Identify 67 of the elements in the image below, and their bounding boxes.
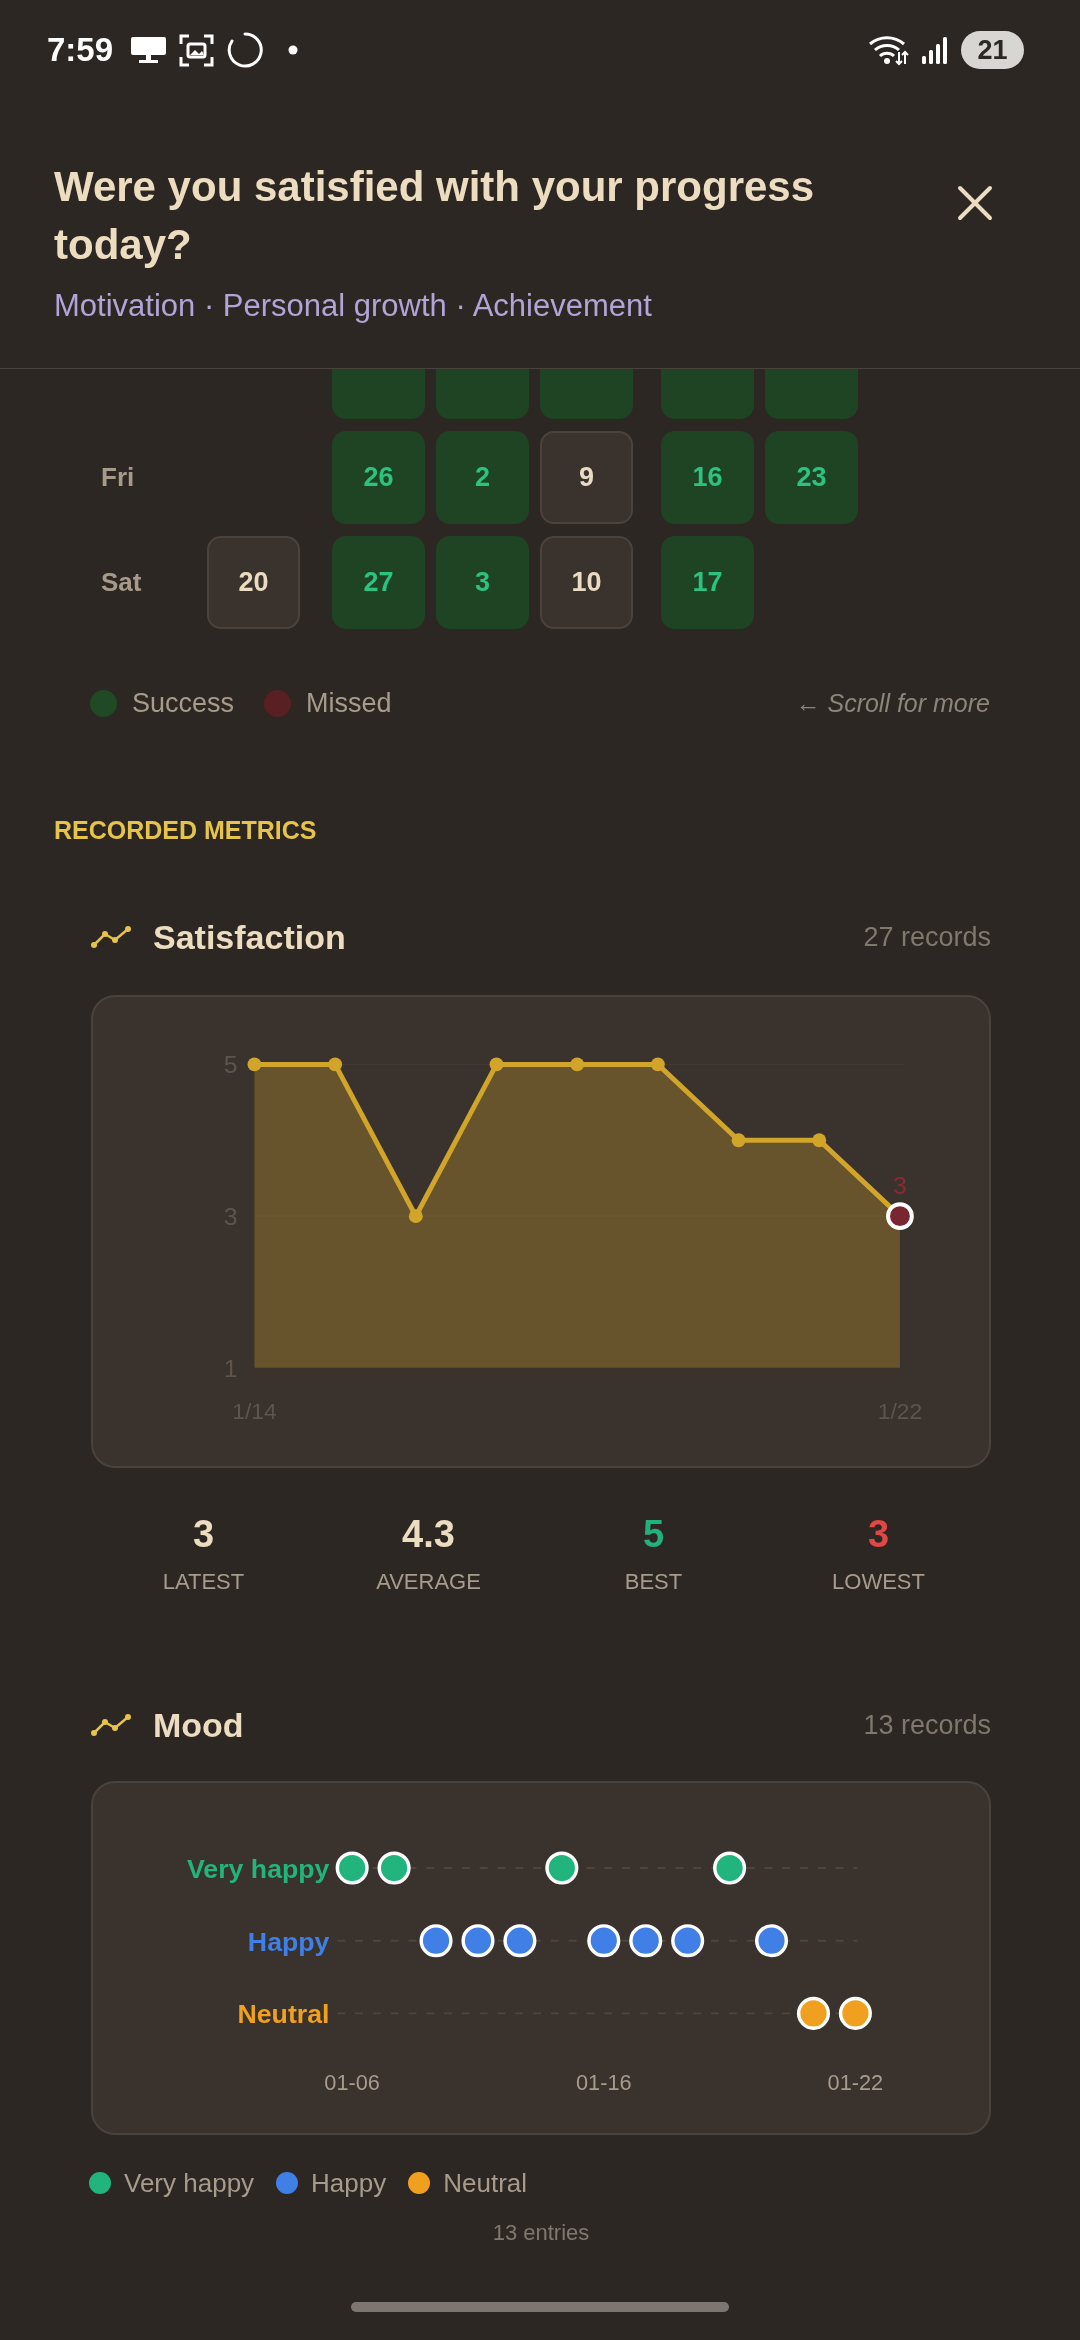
day-label: Fri [101, 462, 136, 493]
data-point [328, 1057, 343, 1072]
date-label: 01-06 [324, 2070, 380, 2096]
legend-label: Happy [311, 2167, 387, 2199]
metric-title: Satisfaction [153, 917, 346, 957]
day-cell[interactable] [540, 369, 633, 419]
day-cell[interactable]: 20 [207, 536, 300, 629]
stat-value: 4.3 [402, 1512, 455, 1556]
prompt-title: Were you satisfied with your progress today? [54, 162, 816, 270]
trend-line-icon [91, 925, 131, 949]
day-cell[interactable] [661, 369, 754, 419]
wifi-icon [868, 34, 909, 66]
monitor-icon [130, 35, 168, 65]
data-point [650, 1057, 665, 1072]
scroll-hint: ← Scroll for more [795, 688, 990, 718]
stat-label: LOWEST [832, 1568, 925, 1596]
data-point [731, 1133, 746, 1148]
close-button[interactable] [957, 185, 993, 221]
day-cell[interactable]: 23 [765, 431, 858, 524]
day-cell[interactable]: 26 [332, 431, 425, 524]
data-point [570, 1057, 585, 1072]
tag-list: Motivation · Personal growth · Achievement [54, 286, 957, 326]
legend-label: Neutral [443, 2167, 528, 2199]
date-label: 01-16 [575, 2070, 632, 2096]
notification-dot-icon [288, 45, 299, 55]
legend-label: Missed [306, 687, 392, 719]
mood-label: Neutral [237, 1999, 330, 2030]
day-cell[interactable] [332, 369, 425, 419]
day-cell[interactable]: 16 [661, 431, 754, 524]
loading-icon [226, 31, 265, 69]
stat-label: BEST [624, 1568, 683, 1596]
highlighted-point [886, 1202, 914, 1230]
data-point [812, 1133, 827, 1148]
stat-label: AVERAGE [376, 1568, 481, 1596]
section-title: RECORDED METRICS [54, 816, 317, 844]
record-count: 27 records [863, 921, 991, 953]
stat-value: 5 [642, 1512, 665, 1556]
legend-label: Success [132, 687, 235, 719]
day-label: Sat [101, 567, 143, 598]
record-count: 13 records [863, 1709, 991, 1741]
day-cell[interactable]: 17 [661, 536, 754, 629]
stat-value: 3 [867, 1512, 890, 1556]
signal-icon [921, 36, 949, 64]
day-cell[interactable]: 27 [332, 536, 425, 629]
data-point [408, 1209, 423, 1224]
day-cell[interactable] [436, 369, 529, 419]
legend-label: Very happy [124, 2167, 255, 2199]
clock-time: 7:59 [47, 31, 114, 69]
entry-count: 13 entries [491, 2219, 591, 2247]
date-label: 01-22 [827, 2070, 884, 2096]
home-indicator[interactable] [351, 2302, 729, 2312]
point-label: 3 [893, 1172, 907, 1200]
day-cell[interactable] [765, 369, 858, 419]
battery-level: 21 [961, 31, 1024, 69]
data-point [489, 1057, 504, 1072]
metric-title: Mood [153, 1705, 244, 1745]
trend-line-icon [91, 1713, 131, 1737]
day-cell[interactable]: 2 [436, 431, 529, 524]
stat-label: LATEST [162, 1568, 245, 1596]
data-point [247, 1057, 262, 1072]
screenshot-icon [179, 32, 215, 68]
mood-label: Very happy [187, 1853, 330, 1884]
stat-value: 3 [192, 1512, 215, 1556]
mood-label: Happy [247, 1926, 330, 1957]
day-cell[interactable]: 9 [540, 431, 633, 524]
day-cell[interactable]: 10 [540, 536, 633, 629]
day-cell[interactable]: 3 [436, 536, 529, 629]
